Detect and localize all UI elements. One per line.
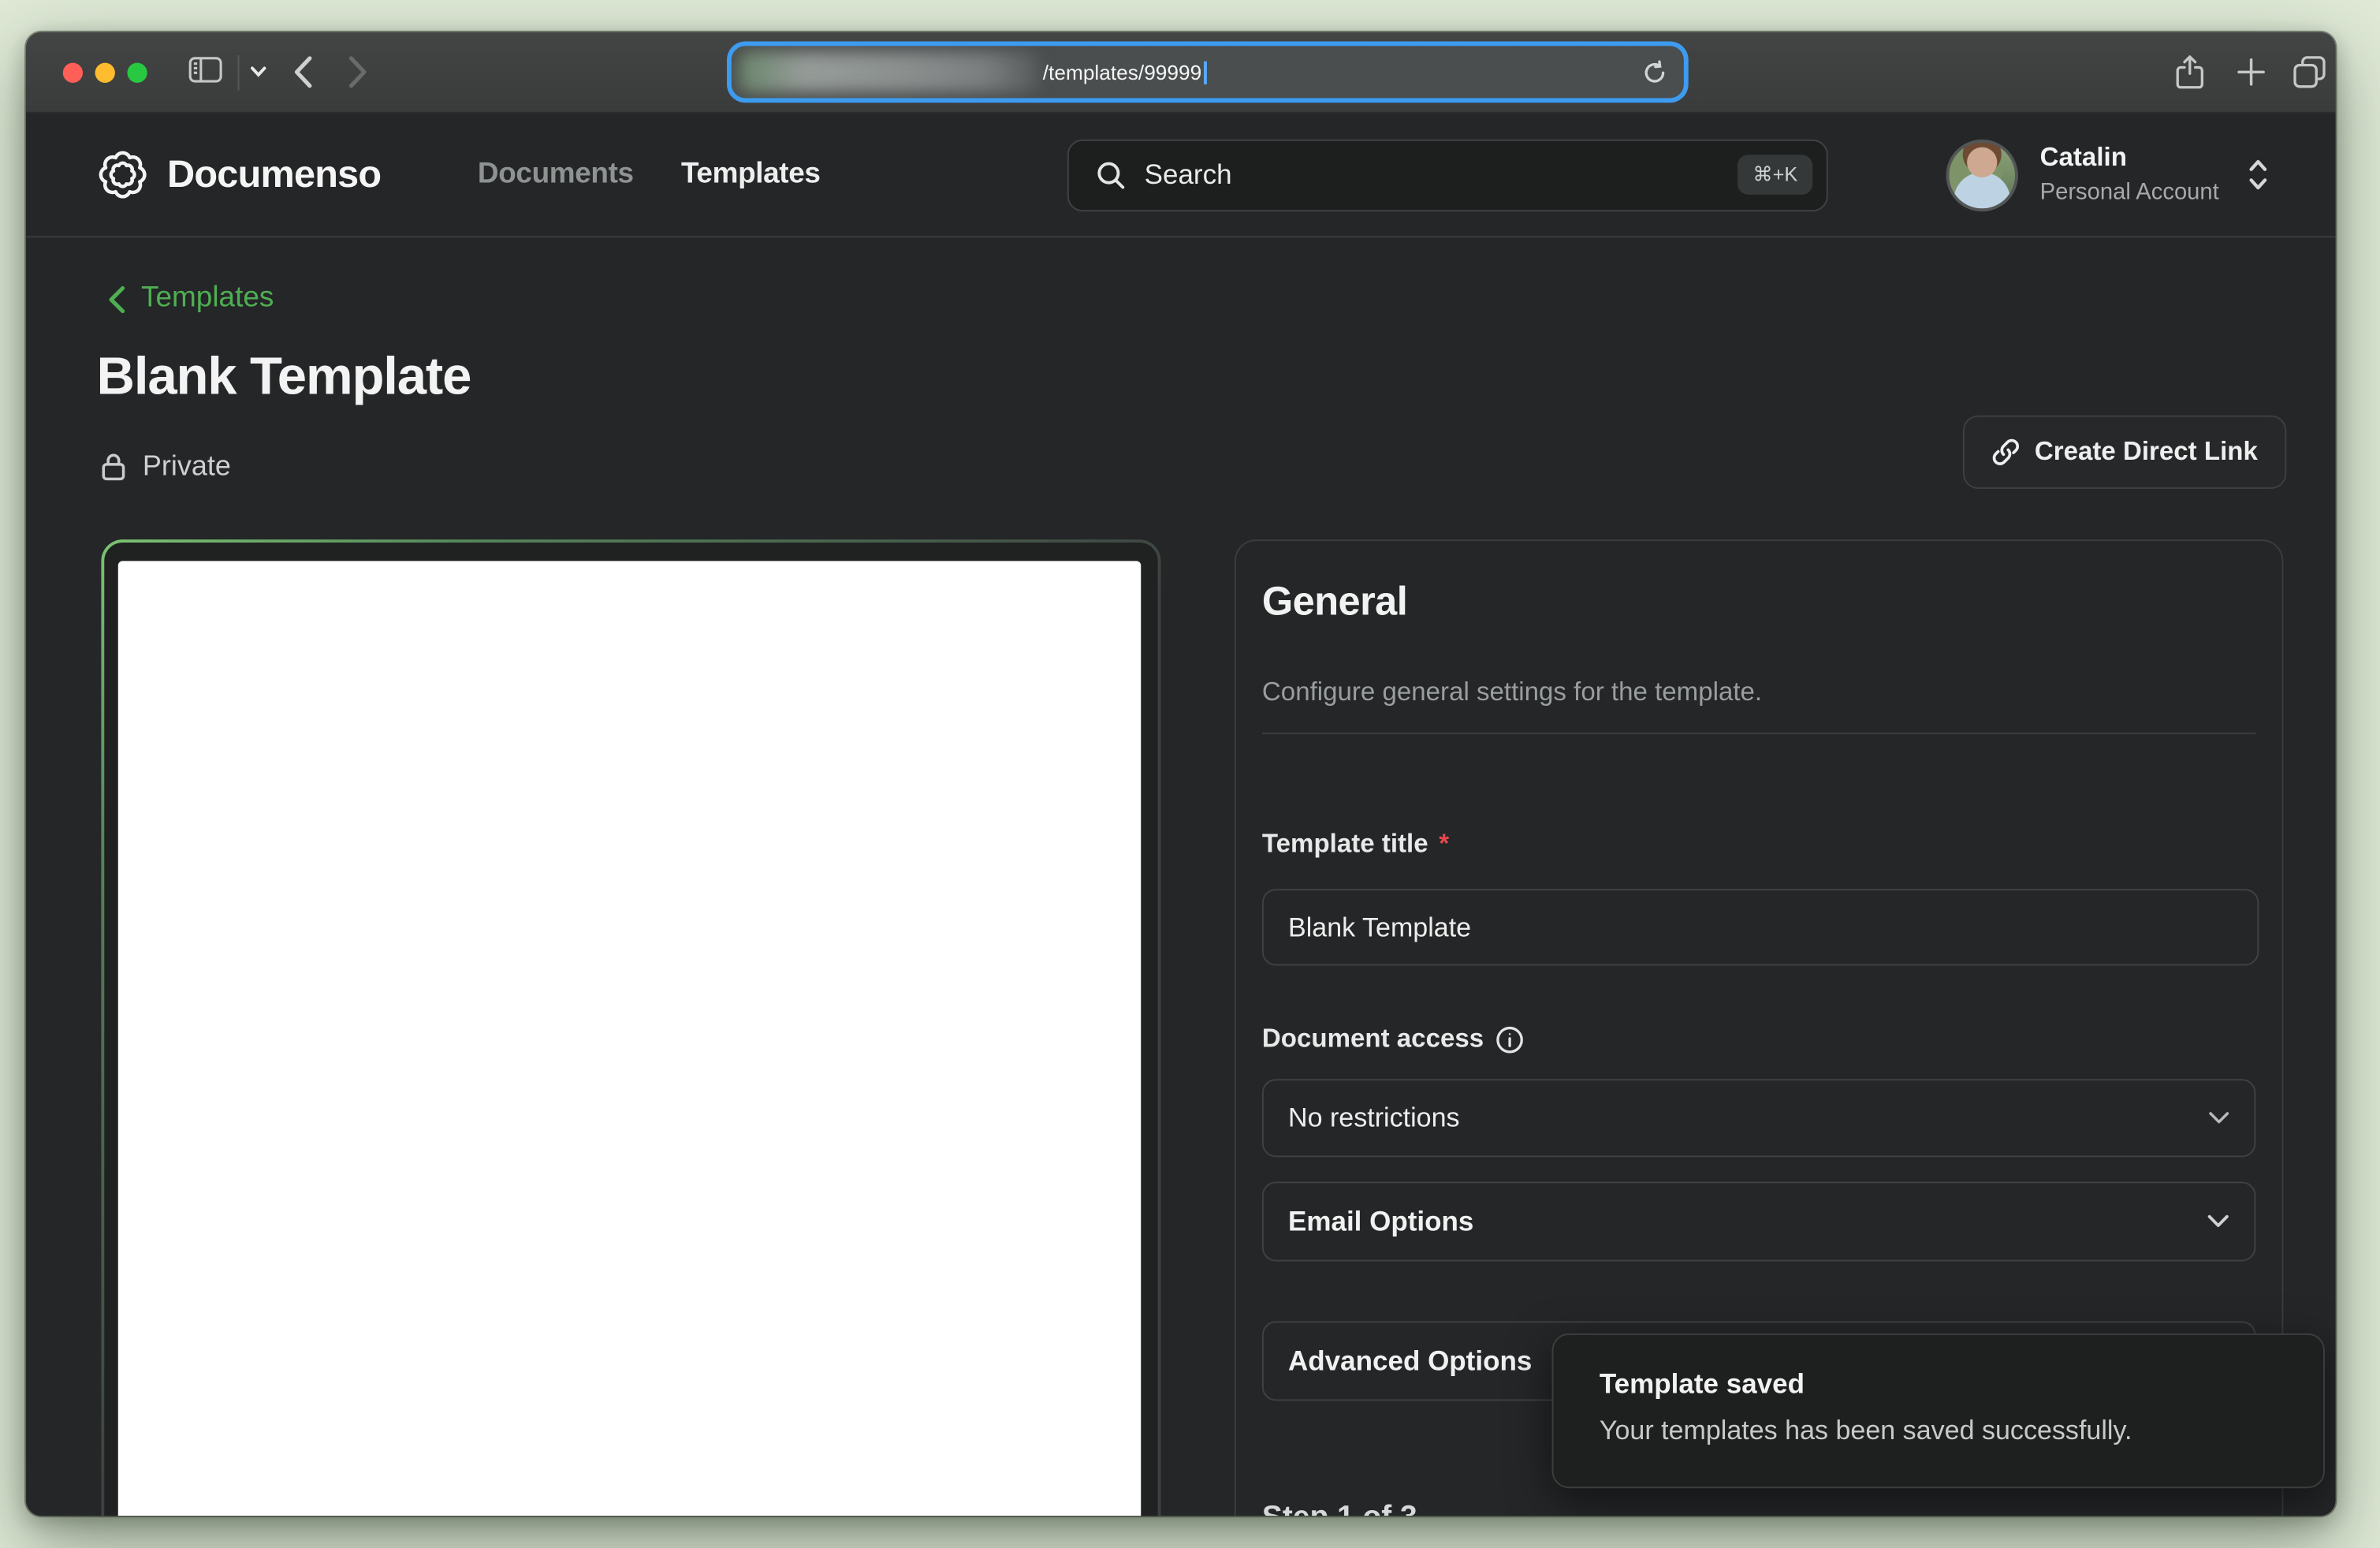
zoom-window-button[interactable] xyxy=(127,63,147,83)
panel-description: Configure general settings for the templ… xyxy=(1262,677,2256,708)
document-access-value: No restrictions xyxy=(1288,1102,1460,1134)
chevron-down-icon xyxy=(2208,1111,2229,1125)
search-input[interactable]: Search ⌘+K xyxy=(1067,139,1828,211)
required-asterisk: * xyxy=(1439,829,1449,860)
step-indicator: Step 1 of 3 xyxy=(1262,1501,2256,1516)
avatar xyxy=(1946,139,2018,211)
desktop: /templates/99999 xyxy=(0,0,2380,1548)
link-icon xyxy=(1991,438,2019,466)
browser-window: /templates/99999 xyxy=(26,32,2336,1516)
search-placeholder: Search xyxy=(1145,159,1232,191)
close-window-button[interactable] xyxy=(63,63,83,83)
nav-templates[interactable]: Templates xyxy=(681,158,821,192)
toast-message: Your templates has been saved successful… xyxy=(1600,1415,2278,1447)
document-preview-card xyxy=(101,539,1160,1516)
account-menu[interactable]: Catalin Personal Account xyxy=(1946,139,2270,211)
url-text: /templates/99999 xyxy=(1043,61,1206,84)
refresh-icon[interactable] xyxy=(1642,59,1667,85)
info-icon[interactable] xyxy=(1495,1024,1524,1054)
page-title: Blank Template xyxy=(97,348,471,408)
account-name: Catalin xyxy=(2040,143,2219,174)
chevron-down-icon xyxy=(2207,1214,2229,1229)
divider xyxy=(1262,733,2256,734)
nav-documents[interactable]: Documents xyxy=(478,158,634,192)
forward-icon[interactable] xyxy=(348,55,368,89)
toast-title: Template saved xyxy=(1600,1369,2278,1401)
share-icon[interactable] xyxy=(2176,55,2203,91)
text-caret xyxy=(1203,61,1206,84)
account-type: Personal Account xyxy=(2040,179,2219,207)
email-options-label: Email Options xyxy=(1288,1206,1473,1238)
template-title-label: Template title* xyxy=(1262,829,2256,860)
app-header: Documenso Documents Templates Search ⌘+K… xyxy=(26,114,2336,237)
chevron-up-down-icon xyxy=(2247,158,2270,192)
breadcrumb-label: Templates xyxy=(141,282,274,316)
document-access-select[interactable]: No restrictions xyxy=(1262,1079,2256,1157)
browser-titlebar: /templates/99999 xyxy=(26,32,2336,114)
brand-name[interactable]: Documenso xyxy=(167,152,381,196)
create-direct-link-label: Create Direct Link xyxy=(2035,437,2258,468)
search-icon xyxy=(1097,160,1126,189)
template-title-input[interactable] xyxy=(1262,889,2259,965)
toast-notification[interactable]: Template saved Your templates has been s… xyxy=(1552,1334,2325,1488)
search-shortcut-badge: ⌘+K xyxy=(1738,155,1813,195)
advanced-options-label: Advanced Options xyxy=(1288,1345,1532,1377)
breadcrumb-templates[interactable]: Templates xyxy=(107,282,274,316)
document-page[interactable] xyxy=(118,561,1141,1516)
tab-overview-icon[interactable] xyxy=(2292,55,2326,89)
address-bar[interactable]: /templates/99999 xyxy=(732,46,1684,98)
panel-heading: General xyxy=(1262,578,2256,625)
sidebar-toggle-icon[interactable] xyxy=(188,57,222,83)
email-options-accordion[interactable]: Email Options xyxy=(1262,1181,2256,1261)
document-access-label: Document access xyxy=(1262,1024,2256,1054)
blurred-url-prefix xyxy=(739,52,1040,92)
chevron-left-icon xyxy=(107,285,125,314)
new-tab-icon[interactable] xyxy=(2236,57,2266,88)
window-controls xyxy=(63,63,147,83)
back-icon[interactable] xyxy=(293,55,313,89)
visibility-label: Private xyxy=(143,449,231,483)
visibility-status: Private xyxy=(101,449,231,483)
create-direct-link-button[interactable]: Create Direct Link xyxy=(1963,416,2286,489)
titlebar-divider xyxy=(238,55,240,91)
documenso-logo-icon[interactable] xyxy=(97,149,149,201)
minimize-window-button[interactable] xyxy=(95,63,115,83)
lock-icon xyxy=(101,451,125,480)
main-nav: Documents Templates xyxy=(478,158,821,192)
chevron-down-icon[interactable] xyxy=(250,66,266,79)
